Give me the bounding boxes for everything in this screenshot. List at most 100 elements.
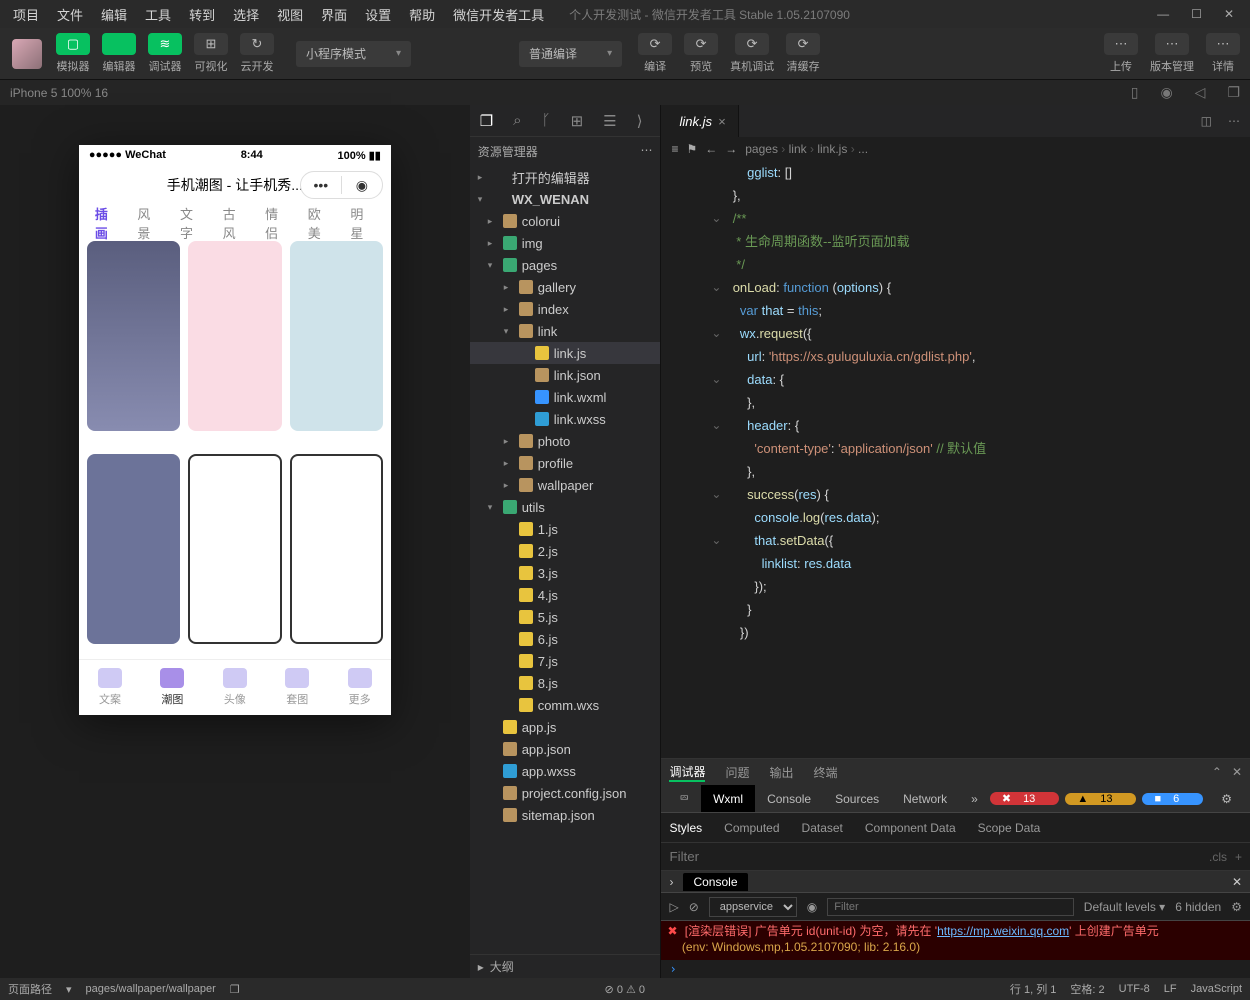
tree-item[interactable]: ▸profile (470, 452, 661, 474)
more-icon[interactable]: ⋯ (640, 143, 652, 160)
thumb[interactable] (87, 454, 180, 644)
toolbar-button[interactable]: ⋯上传 (1100, 33, 1142, 74)
console-prompt[interactable]: › (661, 960, 1250, 978)
page-path[interactable]: pages/wallpaper/wallpaper (86, 983, 216, 995)
status-item[interactable]: JavaScript (1191, 983, 1242, 995)
tree-item[interactable]: 7.js (470, 650, 661, 672)
console-tab[interactable]: Console (683, 873, 747, 891)
gear-icon[interactable]: ⚙ (1231, 900, 1242, 914)
bottom-tab[interactable]: 头像 (223, 668, 247, 707)
clear-icon[interactable]: ⊘ (689, 900, 699, 914)
tree-item[interactable]: app.wxss (470, 760, 661, 782)
styles-tab[interactable]: Scope Data (978, 821, 1041, 835)
category-tab[interactable]: 欧美 (300, 204, 341, 242)
menu-item[interactable]: 编辑 (92, 1, 136, 28)
tree-item[interactable]: ▸img (470, 232, 661, 254)
editor-tab[interactable]: link.js× (661, 105, 738, 137)
device-label[interactable]: iPhone 5 100% 16 (10, 86, 108, 100)
menu-item[interactable]: 视图 (268, 1, 312, 28)
tree-item[interactable]: 3.js (470, 562, 661, 584)
category-tab[interactable]: 明星 (342, 204, 383, 242)
debugger-tab[interactable]: 终端 (814, 764, 838, 781)
category-tab[interactable]: 情侣 (257, 204, 298, 242)
problems-count[interactable]: ⊘ 0 ⚠ 0 (605, 983, 645, 996)
toolbar-button[interactable]: ↻云开发 (236, 33, 278, 74)
toolbar-button[interactable]: 编辑器 (98, 33, 140, 74)
styles-tab[interactable]: Computed (724, 821, 779, 835)
db-icon[interactable]: ☰ (603, 112, 616, 130)
tree-item[interactable]: 4.js (470, 584, 661, 606)
devtools-tab[interactable]: Wxml (701, 785, 755, 812)
phone-icon[interactable]: ▯ (1131, 84, 1139, 101)
menu-item[interactable]: 项目 (4, 1, 48, 28)
back-icon[interactable]: ← (705, 142, 717, 156)
thumb[interactable] (188, 241, 281, 431)
error-summary[interactable]: ✖ 13 ▲ 13 ■ 6 ⚙ (990, 792, 1244, 806)
toolbar-button[interactable]: ⟳清缓存 (782, 33, 824, 74)
devtools-tab[interactable]: Console (755, 785, 823, 812)
bottom-tab[interactable]: 更多 (348, 668, 372, 707)
avatar[interactable] (12, 39, 42, 69)
close-icon[interactable]: ✕ (1224, 7, 1234, 21)
thumb[interactable] (87, 241, 180, 431)
bottom-tab[interactable]: 套图 (285, 668, 309, 707)
menu-item[interactable]: 帮助 (400, 1, 444, 28)
hidden-count[interactable]: 6 hidden (1175, 900, 1221, 914)
tree-item[interactable]: ▸index (470, 298, 661, 320)
tree-item[interactable]: ▸photo (470, 430, 661, 452)
files-icon[interactable]: ❐ (480, 112, 493, 130)
tree-item[interactable]: ▸wallpaper (470, 474, 661, 496)
filter-input[interactable] (669, 849, 1209, 864)
eye-icon[interactable]: ◉ (807, 900, 817, 914)
code-editor[interactable]: gglist: [] },⌄ /** * 生命周期函数--监听页面加载 */⌄ … (661, 161, 1250, 758)
outline-header[interactable]: ▸大纲 (470, 954, 661, 978)
chevron-up-icon[interactable]: ⌃ (1212, 765, 1222, 779)
menu-icon[interactable]: ••• (301, 177, 341, 193)
category-tab[interactable]: 文字 (172, 204, 213, 242)
capsule[interactable]: •••◉ (300, 171, 383, 199)
category-tab[interactable]: 风景 (129, 204, 170, 242)
toolbar-button[interactable]: ▢模拟器 (52, 33, 94, 74)
fwd-icon[interactable]: → (725, 142, 737, 156)
inspect-icon[interactable]: ⮹ (667, 785, 701, 812)
toolbar-button[interactable]: ⊞可视化 (190, 33, 232, 74)
record-icon[interactable]: ◉ (1160, 84, 1172, 101)
devtools-tab[interactable]: Sources (823, 785, 891, 812)
tree-item[interactable]: 2.js (470, 540, 661, 562)
styles-tab[interactable]: Styles (669, 821, 702, 835)
category-tab[interactable]: 插画 (87, 204, 128, 242)
styles-tab[interactable]: Component Data (865, 821, 956, 835)
branch-icon[interactable]: ᚴ (542, 112, 551, 129)
tree-item[interactable]: link.wxss (470, 408, 661, 430)
menu-item[interactable]: 选择 (224, 1, 268, 28)
tree-item[interactable]: comm.wxs (470, 694, 661, 716)
tree-item[interactable]: ▾utils (470, 496, 661, 518)
status-item[interactable]: 空格: 2 (1070, 981, 1104, 997)
tree-item[interactable]: project.config.json (470, 782, 661, 804)
tree-item[interactable]: ▾pages (470, 254, 661, 276)
console-filter-input[interactable] (827, 898, 1074, 916)
menu-item[interactable]: 界面 (312, 1, 356, 28)
tree-item[interactable]: link.wxml (470, 386, 661, 408)
tree-item[interactable]: 6.js (470, 628, 661, 650)
tree-item[interactable]: 1.js (470, 518, 661, 540)
add-icon[interactable]: + (1235, 850, 1242, 864)
debugger-tab[interactable]: 输出 (770, 764, 794, 781)
breadcrumb[interactable]: ≡ ⚑ ← → pages › link › link.js › ... (661, 137, 1250, 161)
path-label[interactable]: 页面路径 (8, 981, 52, 997)
tree-item[interactable]: sitemap.json (470, 804, 661, 826)
tree-item[interactable]: ▸打开的编辑器 (470, 166, 661, 188)
close-ring-icon[interactable]: ◉ (342, 177, 382, 194)
debugger-tab[interactable]: 调试器 (669, 763, 705, 782)
tree-item[interactable]: app.js (470, 716, 661, 738)
more-icon[interactable]: ⟩ (637, 112, 643, 130)
menu-item[interactable]: 转到 (180, 1, 224, 28)
copy-icon[interactable]: ❐ (230, 983, 240, 996)
copy-icon[interactable]: ❐ (1227, 84, 1240, 101)
menu-item[interactable]: 工具 (136, 1, 180, 28)
window-controls[interactable]: —☐✕ (1157, 7, 1246, 21)
bookmark-icon[interactable]: ⚑ (686, 142, 697, 156)
bottom-tab[interactable]: 潮图 (160, 668, 184, 707)
menu-item[interactable]: 微信开发者工具 (444, 1, 553, 28)
tree-item[interactable]: link.js (470, 342, 661, 364)
